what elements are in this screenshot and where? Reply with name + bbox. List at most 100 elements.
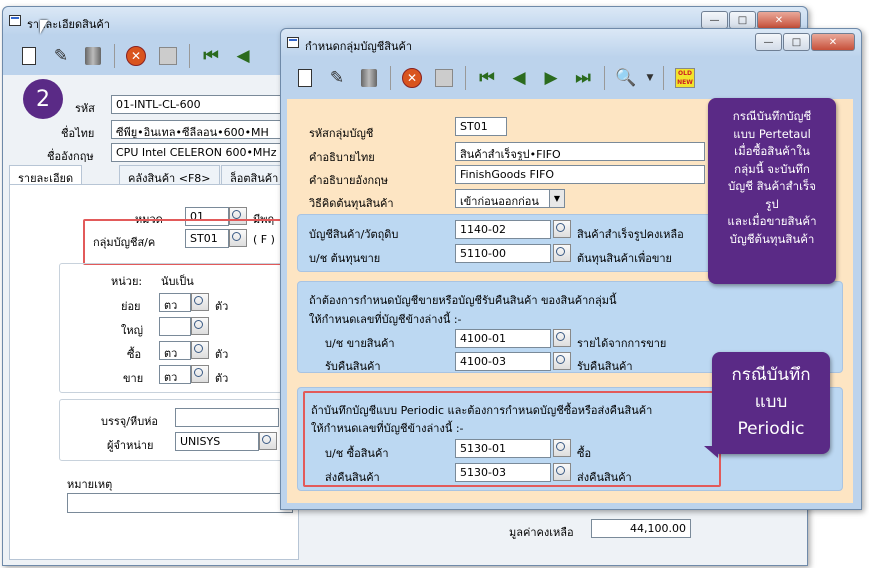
minimize-button[interactable]: —: [701, 11, 728, 29]
cost-method-select[interactable]: เข้าก่อนออกก่อน: [455, 189, 555, 208]
front-maximize-button[interactable]: □: [783, 33, 810, 51]
unit-small-search-icon[interactable]: [191, 293, 209, 311]
supplier-search-icon[interactable]: [259, 432, 277, 450]
prev-icon[interactable]: ◀: [505, 65, 533, 91]
tab-lot[interactable]: ล็อตสินค้า: [221, 165, 288, 185]
maximize-button[interactable]: □: [729, 11, 756, 29]
first-icon[interactable]: ⏮: [473, 65, 501, 91]
unit-header: หน่วย:: [111, 275, 143, 288]
code-field[interactable]: 01-INTL-CL-600: [111, 95, 286, 114]
first-icon[interactable]: ⏮: [197, 43, 225, 69]
perpetual-line-2: แบบ Pertetaul: [733, 126, 811, 141]
edit-icon[interactable]: ✎: [47, 43, 75, 69]
perpetual-line-5: บัญชี สินค้าสำเร็จ: [728, 179, 816, 193]
desc-eng-field[interactable]: FinishGoods FIFO: [455, 165, 705, 184]
back-toolbar: ✎ ✕ ⏮ ◀: [15, 43, 257, 69]
unit-small-suffix: ตัว: [215, 300, 229, 313]
front-close-button[interactable]: ✕: [811, 33, 855, 51]
unit-small-label: ย่อย: [121, 300, 141, 313]
edit-icon[interactable]: ✎: [323, 65, 351, 91]
sales-section-line1: ถ้าต้องการกำหนดบัญชีขายหรือบัญชีรับคืนสิ…: [309, 294, 617, 307]
account-group-highlight: [83, 219, 295, 265]
cogs-account-desc: ต้นทุนสินค้าเพื่อขาย: [577, 252, 672, 265]
sales-account-search-icon[interactable]: [553, 329, 571, 347]
mouse-cursor-icon: [40, 20, 48, 34]
sales-account-label: บ/ช ขายสินค้า: [325, 337, 395, 350]
periodic-highlight: [303, 391, 721, 487]
balance-label: มูลค่าคงเหลือ: [509, 526, 574, 539]
dropdown-arrow-icon[interactable]: ▼: [644, 65, 656, 91]
prev-icon[interactable]: ◀: [229, 43, 257, 69]
step-number: 2: [36, 86, 50, 112]
unit-large-label: ใหญ่: [121, 324, 143, 337]
sales-return-search-icon[interactable]: [553, 352, 571, 370]
delete-icon[interactable]: [355, 65, 383, 91]
cost-method-label: วิธีคิดต้นทุนสินค้า: [309, 197, 394, 210]
note-field[interactable]: [67, 493, 293, 513]
group-code-label: รหัสกลุ่มบัญชี: [309, 127, 374, 140]
periodic-callout-pointer: [704, 446, 718, 458]
balance-field: 44,100.00: [591, 519, 691, 538]
eng-name-field[interactable]: CPU Intel CELERON 600•MHz: [111, 143, 286, 162]
periodic-line-1: กรณีบันทึก: [731, 365, 811, 385]
unit-sell-field[interactable]: ตว: [159, 365, 191, 384]
front-toolbar: ✎ ✕ ⏮ ◀ ▶ ⏭ 🔍 ▼ OLD NEW: [291, 65, 699, 91]
sales-return-field[interactable]: 4100-03: [455, 352, 551, 371]
sales-account-field[interactable]: 4100-01: [455, 329, 551, 348]
periodic-line-3: Periodic: [737, 419, 805, 439]
delete-icon[interactable]: [79, 43, 107, 69]
thai-name-field[interactable]: ซีพียู•อินเทล•ซีลีลอน•600•MH: [111, 120, 286, 139]
unit-buy-field[interactable]: ตว: [159, 341, 191, 360]
tab-warehouse[interactable]: คลังสินค้า <F8>: [119, 165, 220, 185]
unit-sell-label: ขาย: [123, 372, 144, 385]
last-icon[interactable]: ⏭: [569, 65, 597, 91]
sales-account-desc: รายได้จากการขาย: [577, 337, 667, 350]
inventory-account-search-icon[interactable]: [553, 220, 571, 238]
perpetual-line-8: บัญชีต้นทุนสินค้า: [729, 231, 815, 246]
group-code-field[interactable]: ST01: [455, 117, 507, 136]
cancel-icon[interactable]: ✕: [398, 65, 426, 91]
sales-section-line2: ให้กำหนดเลขที่บัญชีข้างล่างนี้ :-: [309, 313, 462, 326]
save-icon[interactable]: [430, 65, 458, 91]
inventory-account-field[interactable]: 1140-02: [455, 220, 551, 239]
perpetual-line-1: กรณีบันทึกบัญชี: [732, 109, 812, 123]
close-button[interactable]: ✕: [757, 11, 801, 29]
new-icon[interactable]: [15, 43, 43, 69]
unit-small-field[interactable]: ตว: [159, 293, 191, 312]
unit-buy-label: ซื้อ: [127, 348, 142, 361]
next-icon[interactable]: ▶: [537, 65, 565, 91]
supplier-label: ผู้จำหน่าย: [107, 439, 154, 452]
oldnew-icon[interactable]: OLD NEW: [671, 65, 699, 91]
desc-thai-field[interactable]: สินค้าสำเร็จรูป•FIFO: [455, 142, 705, 161]
package-field[interactable]: [175, 408, 279, 427]
inventory-account-label: บัญชีสินค้า/วัตถุดิบ: [309, 228, 399, 241]
front-titlebar: กำหนดกลุ่มบัญชีสินค้า — □ ✕: [281, 29, 861, 57]
perpetual-line-4: กลุ่มนี้ จะบันทึก: [734, 161, 810, 176]
cogs-account-search-icon[interactable]: [553, 244, 571, 262]
inventory-account-desc: สินค้าสำเร็จรูปคงเหลือ: [577, 228, 684, 241]
tab-detail[interactable]: รายละเอียด: [9, 165, 83, 185]
periodic-line-2: แบบ: [754, 392, 788, 412]
search-icon[interactable]: 🔍: [612, 65, 640, 91]
cogs-account-field[interactable]: 5110-00: [455, 244, 551, 263]
save-icon[interactable]: [154, 43, 182, 69]
front-minimize-button[interactable]: —: [755, 33, 782, 51]
desc-thai-label: คำอธิบายไทย: [309, 151, 375, 164]
unit-sell-search-icon[interactable]: [191, 365, 209, 383]
unit-large-field[interactable]: [159, 317, 191, 336]
thai-name-label: ชื่อไทย: [61, 127, 95, 140]
app-icon: [9, 15, 21, 26]
front-window-title: กำหนดกลุ่มบัญชีสินค้า: [305, 40, 412, 53]
supplier-field[interactable]: UNISYS: [175, 432, 259, 451]
perpetual-line-3: เมื่อซื้อสินค้าใน: [734, 144, 810, 158]
unit-large-search-icon[interactable]: [191, 317, 209, 335]
step-badge: 2: [23, 79, 63, 119]
desc-eng-label: คำอธิบายอังกฤษ: [309, 174, 389, 187]
cost-method-dropdown-icon[interactable]: ▼: [549, 189, 565, 208]
cancel-icon[interactable]: ✕: [122, 43, 150, 69]
new-icon[interactable]: [291, 65, 319, 91]
sales-return-desc: รับคืนสินค้า: [577, 360, 633, 373]
unit-header-value: นับเป็น: [161, 275, 194, 288]
perpetual-line-7: และเมื่อขายสินค้า: [727, 214, 817, 228]
unit-buy-search-icon[interactable]: [191, 341, 209, 359]
